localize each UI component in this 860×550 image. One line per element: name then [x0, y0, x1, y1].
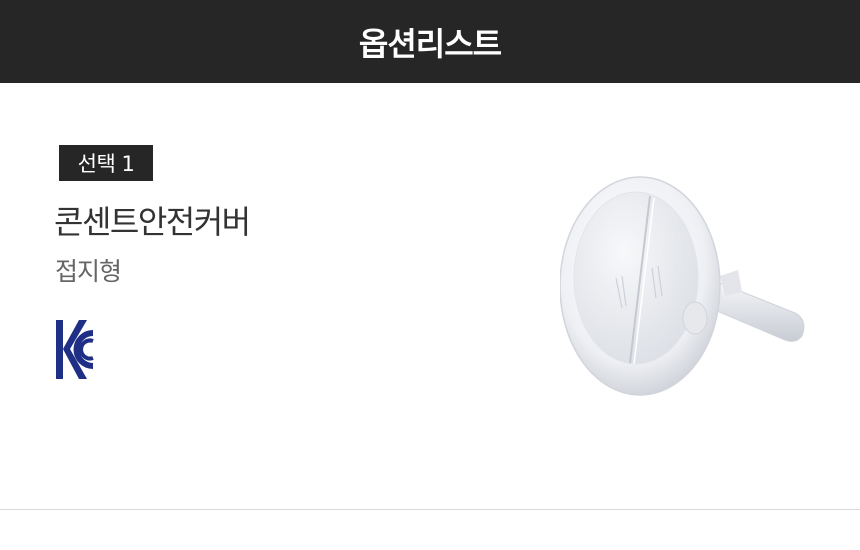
bottom-divider [0, 509, 860, 510]
product-name: 콘센트안전커버 [54, 203, 251, 241]
kc-certification-icon [56, 320, 94, 379]
outlet-cover-product-image [560, 176, 805, 396]
page-header: 옵션리스트 [0, 0, 860, 83]
product-variant: 접지형 [55, 257, 122, 286]
page-title: 옵션리스트 [358, 24, 502, 63]
option-badge: 선택 1 [59, 145, 153, 181]
